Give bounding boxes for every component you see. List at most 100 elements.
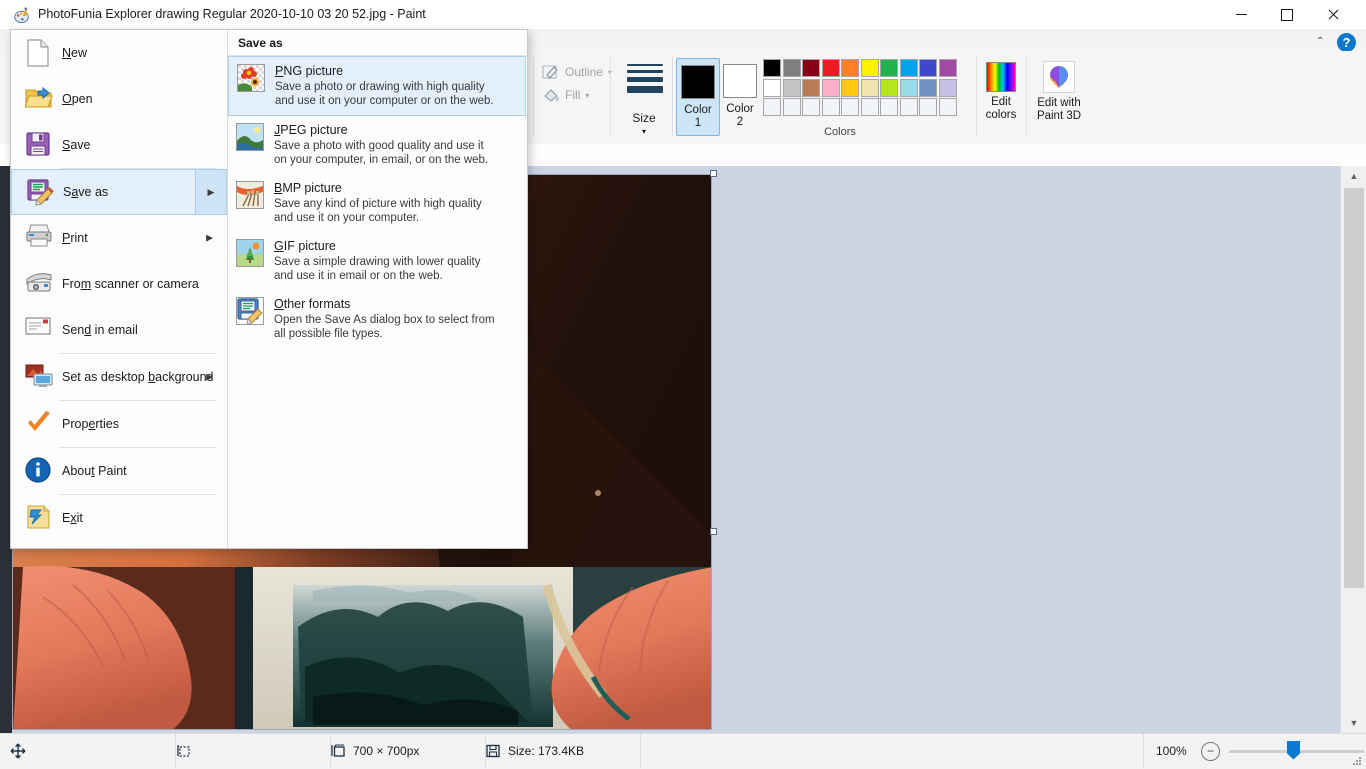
file-menu-item-about-paint[interactable]: About Paint: [11, 448, 227, 494]
file-menu-popup: NewOpenSaveSave as▶Print▶From scanner or…: [10, 29, 528, 549]
desktop-background-icon: [25, 363, 53, 391]
maximize-button[interactable]: [1264, 0, 1310, 29]
close-button[interactable]: [1310, 0, 1356, 29]
palette-swatch-1-7[interactable]: [880, 59, 898, 77]
palette-swatch-3-5[interactable]: [841, 98, 859, 116]
file-menu-item-label: Save as: [63, 185, 108, 199]
zoom-control[interactable]: 100% − +: [1143, 734, 1366, 768]
open-folder-icon: [25, 85, 53, 113]
title-bar: PhotoFunia Explorer drawing Regular 2020…: [0, 0, 1366, 29]
palette-swatch-1-3[interactable]: [802, 59, 820, 77]
palette-swatch-2-1[interactable]: [763, 79, 781, 97]
palette-swatch-2-8[interactable]: [900, 79, 918, 97]
zoom-slider-track[interactable]: [1229, 750, 1364, 753]
color-palette[interactable]: [763, 59, 958, 118]
vertical-scrollbar[interactable]: ▲ ▼: [1340, 166, 1366, 733]
palette-swatch-2-5[interactable]: [841, 79, 859, 97]
palette-swatch-3-6[interactable]: [861, 98, 879, 116]
save-as-item-description: Open the Save As dialog box to select fr…: [274, 313, 495, 327]
scrollbar-thumb[interactable]: [1344, 188, 1364, 588]
color-2-swatch: [723, 64, 757, 98]
fill-caret-icon[interactable]: ▾: [585, 91, 589, 100]
palette-swatch-3-1[interactable]: [763, 98, 781, 116]
palette-swatch-2-6[interactable]: [861, 79, 879, 97]
file-menu-item-label: Set as desktop background: [62, 370, 214, 384]
palette-swatch-1-1[interactable]: [763, 59, 781, 77]
resize-grip-icon[interactable]: [1351, 755, 1362, 766]
size-button[interactable]: Size ▾: [618, 51, 670, 144]
palette-swatch-2-10[interactable]: [939, 79, 957, 97]
submenu-arrow-icon[interactable]: ▶: [206, 233, 213, 244]
outline-label: Outline: [565, 65, 603, 79]
minimize-button[interactable]: [1218, 0, 1264, 29]
save-as-item-text: BMP pictureSave any kind of picture with…: [274, 181, 482, 225]
palette-row-2: [763, 79, 958, 99]
palette-swatch-3-7[interactable]: [880, 98, 898, 116]
file-menu-item-open[interactable]: Open: [11, 76, 227, 122]
save-as-item-description: Save a simple drawing with lower quality: [274, 255, 480, 269]
paint-3d-label-top: Edit with: [1037, 97, 1080, 110]
canvas-resize-handle-top-right[interactable]: [710, 170, 717, 177]
file-menu-item-set-as-desktop-background[interactable]: Set as desktop background▶: [11, 354, 227, 400]
fill-button[interactable]: Fill ▾: [542, 85, 589, 105]
outline-button[interactable]: Outline ▾: [542, 62, 612, 82]
collapse-ribbon-icon[interactable]: ⌃: [1316, 36, 1324, 47]
file-menu-item-print[interactable]: Print▶: [11, 215, 227, 261]
file-menu-item-exit[interactable]: Exit: [11, 495, 227, 541]
palette-swatch-1-2[interactable]: [783, 59, 801, 77]
help-button[interactable]: ?: [1337, 33, 1356, 52]
zoom-slider-thumb[interactable]: [1287, 741, 1300, 760]
palette-swatch-2-7[interactable]: [880, 79, 898, 97]
size-caret-icon[interactable]: ▾: [618, 127, 670, 136]
jpeg-landscape-icon: [236, 123, 264, 151]
palette-swatch-2-2[interactable]: [783, 79, 801, 97]
palette-swatch-1-4[interactable]: [822, 59, 840, 77]
edit-colors-button[interactable]: Edit colors: [982, 58, 1020, 136]
color-1-button[interactable]: Color 1: [676, 58, 720, 136]
palette-swatch-2-4[interactable]: [822, 79, 840, 97]
save-as-item-gif-picture[interactable]: GIF pictureSave a simple drawing with lo…: [228, 232, 526, 290]
file-menu-list: NewOpenSaveSave as▶Print▶From scanner or…: [11, 30, 228, 548]
file-menu-item-properties[interactable]: Properties: [11, 401, 227, 447]
file-menu-item-label: Open: [62, 92, 93, 106]
palette-swatch-1-6[interactable]: [861, 59, 879, 77]
outline-icon: [542, 64, 561, 81]
color-2-button[interactable]: Color 2: [719, 58, 761, 134]
scanner-icon: [25, 270, 53, 298]
palette-swatch-3-10[interactable]: [939, 98, 957, 116]
palette-swatch-3-2[interactable]: [783, 98, 801, 116]
palette-swatch-1-5[interactable]: [841, 59, 859, 77]
palette-swatch-2-3[interactable]: [802, 79, 820, 97]
move-crosshair-icon: [10, 743, 26, 759]
file-menu-item-save-as[interactable]: Save as ▶: [11, 169, 227, 215]
palette-swatch-1-10[interactable]: [939, 59, 957, 77]
scroll-down-icon[interactable]: ▼: [1341, 713, 1366, 733]
palette-swatch-3-3[interactable]: [802, 98, 820, 116]
status-bar: 700 × 700px Size: 173.4KB 100% − +: [0, 733, 1366, 769]
scroll-up-icon[interactable]: ▲: [1341, 166, 1366, 186]
edit-colors-label-top: Edit: [991, 96, 1011, 109]
palette-swatch-2-9[interactable]: [919, 79, 937, 97]
save-as-icon: [26, 178, 54, 206]
file-menu-item-from-scanner-or-camera[interactable]: From scanner or camera: [11, 261, 227, 307]
palette-swatch-3-9[interactable]: [919, 98, 937, 116]
file-menu-item-new[interactable]: New: [11, 30, 227, 76]
png-flower-icon: [237, 64, 265, 92]
palette-swatch-3-4[interactable]: [822, 98, 840, 116]
save-as-item-jpeg-picture[interactable]: JPEG pictureSave a photo with good quali…: [228, 116, 526, 174]
save-as-item-png-picture[interactable]: PNG pictureSave a photo or drawing with …: [228, 56, 526, 116]
submenu-arrow-icon[interactable]: ▶: [206, 372, 213, 383]
palette-swatch-1-9[interactable]: [919, 59, 937, 77]
submenu-arrow-icon[interactable]: ▶: [195, 170, 226, 214]
canvas-resize-handle-right[interactable]: [710, 528, 717, 535]
color-1-swatch: [681, 65, 715, 99]
palette-swatch-3-8[interactable]: [900, 98, 918, 116]
file-menu-item-save[interactable]: Save: [11, 122, 227, 168]
zoom-out-button[interactable]: −: [1201, 742, 1220, 761]
status-image-dimensions: 700 × 700px: [320, 734, 486, 768]
file-menu-item-send-in-email[interactable]: Send in email: [11, 307, 227, 353]
palette-swatch-1-8[interactable]: [900, 59, 918, 77]
save-as-item-bmp-picture[interactable]: BMP pictureSave any kind of picture with…: [228, 174, 526, 232]
edit-with-paint-3d-button[interactable]: Edit with Paint 3D: [1028, 58, 1090, 136]
save-as-item-other-formats[interactable]: Other formatsOpen the Save As dialog box…: [228, 290, 526, 348]
